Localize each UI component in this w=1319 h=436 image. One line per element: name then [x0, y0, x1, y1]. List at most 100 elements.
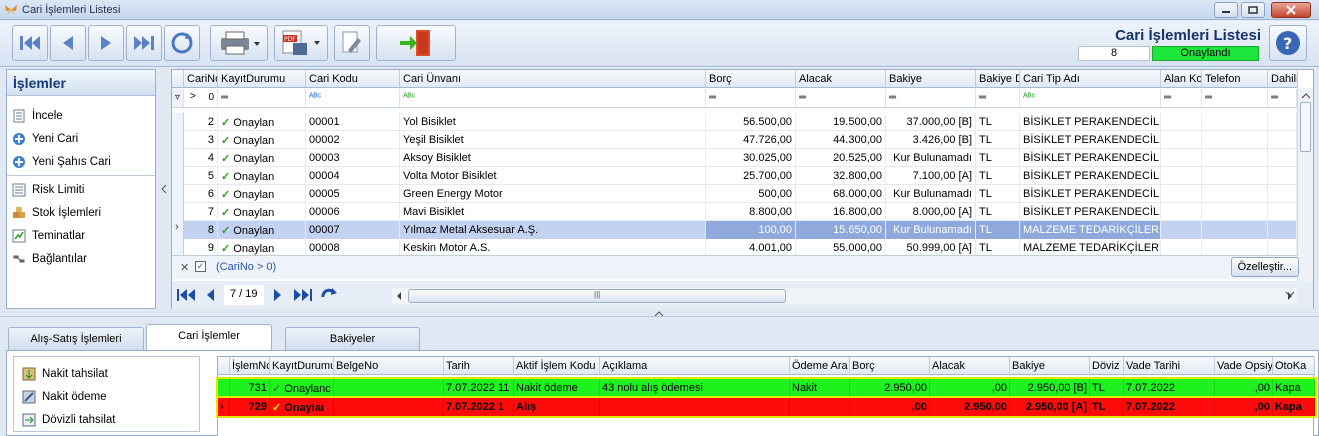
table-cell[interactable]: Nakit [790, 379, 850, 397]
table-cell[interactable]: BİSİKLET PERAKENDECİLERİ [1020, 203, 1161, 221]
table-cell[interactable] [1268, 113, 1297, 131]
table-cell[interactable]: 00005 [306, 185, 400, 203]
table-cell[interactable] [1161, 167, 1202, 185]
column-header[interactable]: İşlemNo [230, 357, 270, 375]
table-cell[interactable]: 3.426,00 [B] [886, 131, 976, 149]
table-cell[interactable]: 5 [184, 167, 218, 185]
table-row[interactable]: 731 ✓ Onaylanc 7.07.2022 11 Nakit ödeme 43 n… [216, 377, 1317, 399]
refresh-icon[interactable] [320, 287, 338, 303]
table-cell[interactable]: 7.07.2022 [1124, 379, 1215, 397]
column-header[interactable]: KayıtDurumu [218, 70, 306, 88]
table-cell[interactable]: Kapa [1273, 379, 1315, 397]
table-cell[interactable] [1268, 149, 1297, 167]
table-cell[interactable]: 8.000,00 [A] [886, 203, 976, 221]
table-cell[interactable]: 731 [230, 379, 270, 397]
column-header[interactable]: Cari Kodu [306, 70, 400, 88]
table-cell[interactable]: Green Energy Motor [400, 185, 706, 203]
column-header[interactable]: Aktif İşlem Kodu [514, 357, 600, 375]
column-header[interactable]: Ödeme Ara [790, 357, 850, 375]
vertical-scroll-thumb[interactable] [1300, 102, 1311, 152]
tab-balances[interactable]: Bakiyeler [285, 327, 420, 351]
table-cell[interactable]: TL [976, 113, 1020, 131]
table-cell[interactable]: ,00 [1215, 379, 1273, 397]
table-cell[interactable] [1161, 113, 1202, 131]
table-cell[interactable]: BİSİKLET PERAKENDECİLERİ [1020, 185, 1161, 203]
table-cell[interactable]: 00001 [306, 113, 400, 131]
table-cell[interactable]: Kur Bulunamadı [886, 221, 976, 239]
table-cell[interactable]: 7.07.2022 [1124, 398, 1215, 416]
table-cell[interactable] [1161, 185, 1202, 203]
filter-enable-checkbox[interactable]: ✓ [195, 261, 206, 272]
column-header[interactable]: Borç [850, 357, 930, 375]
table-cell[interactable]: 500,00 [706, 185, 796, 203]
table-cell[interactable]: ✓ Onaylan [218, 185, 306, 203]
filter-cell[interactable]: ═ [1202, 89, 1268, 107]
table-cell[interactable]: Aksoy Bisiklet [400, 149, 706, 167]
table-cell[interactable] [1202, 203, 1268, 221]
table-cell[interactable]: 19.500,00 [796, 113, 886, 131]
table-cell[interactable]: ✓ Onaylan [218, 131, 306, 149]
scroll-down-icon[interactable] [1285, 290, 1295, 298]
table-cell[interactable]: ,00 [930, 379, 1010, 397]
table-cell[interactable]: 43 nolu alış ödemesi [600, 379, 790, 397]
customize-button[interactable]: Özelleştir... [1230, 257, 1299, 277]
table-cell[interactable]: 00004 [306, 167, 400, 185]
table-cell[interactable]: TL [976, 167, 1020, 185]
table-cell[interactable]: Kur Bulunamadı [886, 149, 976, 167]
table-cell[interactable]: 2.950,00 [850, 379, 930, 397]
filter-cell[interactable]: ═ [1161, 89, 1202, 107]
guarantees-item[interactable]: Teminatlar [7, 224, 155, 247]
table-cell[interactable] [1161, 149, 1202, 167]
column-header[interactable]: Alan Ko [1161, 70, 1202, 88]
table-cell[interactable] [1202, 113, 1268, 131]
table-cell[interactable]: 729 [230, 398, 270, 416]
prev-page-icon[interactable] [204, 288, 216, 302]
table-cell[interactable] [1202, 131, 1268, 149]
horizontal-scroll-thumb[interactable]: ||| [408, 289, 786, 303]
table-cell[interactable] [600, 398, 790, 416]
table-cell[interactable]: MALZEME TEDARİKÇİLERİ [1020, 221, 1161, 239]
filter-cell[interactable]: ═ [976, 89, 1020, 107]
table-cell[interactable]: 32.800,00 [796, 167, 886, 185]
table-cell[interactable] [1202, 185, 1268, 203]
table-cell[interactable]: 7.07.2022 1 [444, 398, 514, 416]
table-cell[interactable]: 2.950,00 [A] [1010, 398, 1090, 416]
table-row[interactable]: 6 ✓ Onaylan 00005 Green Energy Motor 500,00 6… [172, 185, 1297, 203]
filter-cell[interactable]: ═ [706, 89, 796, 107]
column-header[interactable]: Vade Opsiy [1215, 357, 1273, 375]
table-cell[interactable]: BİSİKLET PERAKENDECİLERİ [1020, 131, 1161, 149]
table-cell[interactable]: Kur Bulunamadı [886, 185, 976, 203]
column-header[interactable]: Bakiye [886, 70, 976, 88]
table-cell[interactable] [1268, 203, 1297, 221]
close-button[interactable] [1271, 2, 1311, 18]
table-cell[interactable] [334, 379, 444, 397]
tab-account-transactions[interactable]: Cari İşlemler [146, 324, 272, 352]
cash-payment-item[interactable]: Nakit ödeme [14, 385, 199, 408]
print-button[interactable] [210, 25, 268, 61]
table-cell[interactable]: 7.100,00 [A] [886, 167, 976, 185]
table-cell[interactable] [1268, 185, 1297, 203]
table-cell[interactable]: TL [976, 203, 1020, 221]
new-personal-account-item[interactable]: Yeni Şahıs Cari [7, 150, 155, 173]
column-header[interactable]: Dahili [1268, 70, 1298, 88]
table-cell[interactable]: ✓ Onaylan [218, 203, 306, 221]
table-cell[interactable]: TL [976, 149, 1020, 167]
minimize-button[interactable] [1214, 2, 1238, 18]
table-cell[interactable]: TL [1090, 379, 1124, 397]
table-cell[interactable]: 56.500,00 [706, 113, 796, 131]
table-cell[interactable]: 7 [184, 203, 218, 221]
table-cell[interactable]: Nakit ödeme [514, 379, 600, 397]
table-row[interactable]: 7 ✓ Onaylan 00006 Mavi Bisiklet 8.800,00 16.8… [172, 203, 1297, 221]
column-header[interactable]: Döviz [1090, 357, 1124, 375]
filter-cell[interactable]: ᴬᴮᶜ [306, 89, 400, 107]
auto-filter-row[interactable]: ▿ >0 ═ ᴬᴮᶜ ᴬᴮᶜ ═ ═ ═ ═ ᴬᴮᶜ ═ ═ ═ [172, 89, 1297, 108]
table-row[interactable]: 5 ✓ Onaylan 00004 Volta Motor Bisiklet 25.70… [172, 167, 1297, 185]
table-cell[interactable]: 100,00 [706, 221, 796, 239]
filter-expression[interactable]: (CariNo > 0) [216, 261, 276, 273]
table-cell[interactable] [790, 398, 850, 416]
table-cell[interactable]: Yeşil Bisiklet [400, 131, 706, 149]
filter-cell[interactable]: >0 [184, 89, 218, 107]
column-header[interactable]: Cari Ünvanı [400, 70, 706, 88]
table-cell[interactable]: 68.000,00 [796, 185, 886, 203]
table-cell[interactable]: TL [976, 185, 1020, 203]
